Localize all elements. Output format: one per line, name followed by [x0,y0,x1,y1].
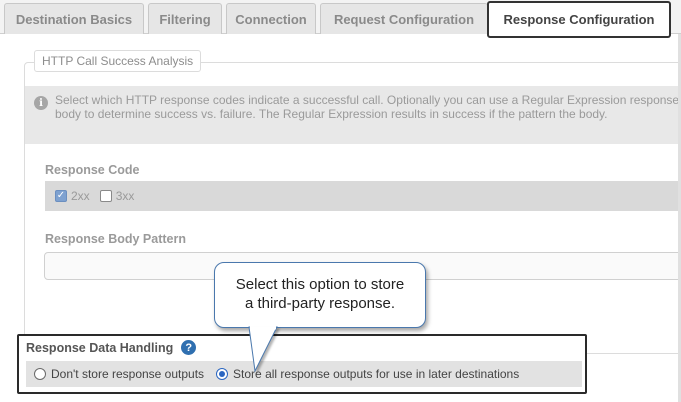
tab-response-configuration[interactable]: Response Configuration [487,1,671,38]
response-data-handling-panel: Response Data Handling ? Don't store res… [17,334,587,394]
info-text: Select which HTTP response codes indicat… [55,93,680,121]
checkbox-3xx-label: 3xx [115,189,135,203]
help-icon[interactable]: ? [181,340,197,355]
callout-tooltip: Select this option to store a third-part… [214,262,426,373]
response-data-handling-header: Response Data Handling ? [26,340,197,355]
tab-connection[interactable]: Connection [226,3,316,34]
response-data-handling-options: Don't store response outputs Store all r… [26,361,582,387]
radio-store-all[interactable] [216,368,229,380]
info-icon: i [34,96,48,110]
response-code-label: Response Code [45,163,140,177]
response-data-handling-label: Response Data Handling [26,340,174,355]
radio-store-all-label[interactable]: Store all response outputs for use in la… [233,367,519,381]
callout-line-2: a third-party response. [244,295,396,312]
fieldset-legend: HTTP Call Success Analysis [34,50,202,72]
tab-destination-basics[interactable]: Destination Basics [4,3,144,34]
response-body-pattern-label: Response Body Pattern [45,232,187,246]
tab-bar: Destination Basics Filtering Connection … [0,0,681,38]
tab-filtering[interactable]: Filtering [148,3,222,34]
radio-dont-store-label[interactable]: Don't store response outputs [51,367,204,381]
checkbox-2xx[interactable]: ✓ [55,190,67,202]
radio-dont-store[interactable] [34,368,46,380]
checkbox-3xx[interactable] [99,190,112,202]
response-code-row: ✓ 2xx 3xx [45,181,681,211]
info-banner: i Select which HTTP response codes indic… [25,86,681,144]
checkbox-2xx-label: 2xx [71,189,90,203]
tab-request-configuration[interactable]: Request Configuration [320,3,488,34]
callout-line-1: Select this option to store [235,276,405,293]
